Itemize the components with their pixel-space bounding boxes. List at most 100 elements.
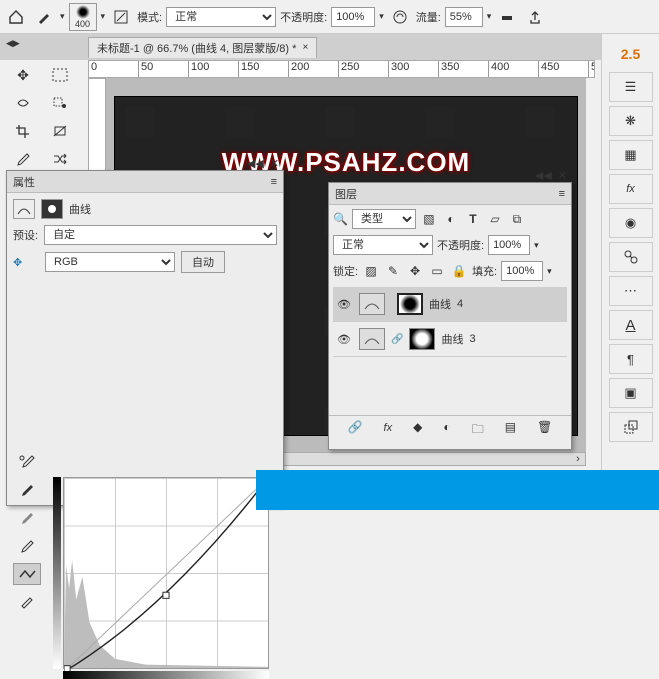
close-tab-icon[interactable]: × xyxy=(302,42,308,53)
close-icon[interactable]: ✕ xyxy=(270,157,279,170)
brushes-panel-icon[interactable]: ⋯ xyxy=(609,276,653,306)
character-panel-icon[interactable]: A xyxy=(609,310,653,340)
properties-header[interactable]: 属性 ≡ xyxy=(7,171,283,193)
collapse-icon[interactable]: ◀◀ xyxy=(247,157,264,170)
search-icon[interactable]: 🔍 xyxy=(333,212,348,226)
layers-header[interactable]: 图层 ≡ xyxy=(329,183,571,205)
brush-preset-picker[interactable]: 400 xyxy=(69,3,97,31)
layer-row[interactable]: 👁 🔗 曲线 3 xyxy=(333,322,567,357)
lock-transparent-icon[interactable]: ▨ xyxy=(362,262,380,280)
color-panel-icon[interactable]: ❋ xyxy=(609,106,653,136)
add-mask-icon[interactable]: ◆ xyxy=(413,420,422,441)
black-point-eyedropper-icon[interactable] xyxy=(13,479,41,501)
adjustments-panel-icon[interactable]: ◉ xyxy=(609,208,653,238)
lock-artboard-icon[interactable]: ▭ xyxy=(428,262,446,280)
lock-position-icon[interactable]: ✥ xyxy=(406,262,424,280)
adjustment-name: 曲线 xyxy=(69,201,91,217)
scroll-right-icon[interactable]: › xyxy=(571,453,585,465)
layer-mask-thumb[interactable] xyxy=(397,293,423,315)
lock-all-icon[interactable]: 🔒 xyxy=(450,262,468,280)
auto-button[interactable]: 自动 xyxy=(181,251,225,273)
shuffle-tool-icon[interactable] xyxy=(43,146,77,172)
close-icon[interactable]: ✕ xyxy=(558,169,567,182)
visibility-toggle-icon[interactable]: 👁 xyxy=(337,333,353,346)
filter-shape-icon[interactable]: ▱ xyxy=(486,210,504,228)
channel-picker-icon[interactable]: ✥ xyxy=(13,256,39,269)
chevron-down-icon[interactable]: ▾ xyxy=(60,11,65,22)
mode-label: 模式: xyxy=(137,9,162,25)
filter-pixel-icon[interactable]: ▧ xyxy=(420,210,438,228)
white-point-eyedropper-icon[interactable] xyxy=(13,535,41,557)
layer-opacity-input[interactable] xyxy=(488,235,530,255)
filter-adjust-icon[interactable]: ◐ xyxy=(442,210,460,228)
quick-select-tool-icon[interactable] xyxy=(43,90,77,116)
new-adjustment-icon[interactable]: ◐ xyxy=(443,420,450,441)
output-gradient xyxy=(53,477,61,669)
curves-graph[interactable] xyxy=(63,477,269,669)
layer-fill-input[interactable] xyxy=(501,261,543,281)
actions-panel-icon[interactable] xyxy=(609,242,653,272)
paragraph-panel-icon[interactable]: ¶ xyxy=(609,344,653,374)
mask-icon[interactable] xyxy=(41,199,63,219)
layers-panel-icon[interactable]: ▣ xyxy=(609,378,653,408)
opacity-input[interactable] xyxy=(331,7,375,27)
document-tab[interactable]: 未标题-1 @ 66.7% (曲线 4, 图层蒙版/8) * × xyxy=(88,37,317,58)
gray-point-eyedropper-icon[interactable] xyxy=(13,507,41,529)
filter-type-select[interactable]: 类型 xyxy=(352,209,416,229)
visibility-toggle-icon[interactable]: 👁 xyxy=(337,298,353,311)
filter-type-icon[interactable]: T xyxy=(464,210,482,228)
history-panel-icon[interactable]: ☰ xyxy=(609,72,653,102)
libraries-panel-icon[interactable] xyxy=(609,412,653,442)
panel-menu-icon[interactable]: ≡ xyxy=(559,188,565,200)
chevron-down-icon[interactable]: ▾ xyxy=(379,11,384,22)
layer-name: 曲线 xyxy=(441,331,463,347)
filter-smart-icon[interactable]: ⧉ xyxy=(508,210,526,228)
flow-input[interactable] xyxy=(445,7,483,27)
adjustment-thumb-icon xyxy=(359,328,385,350)
panel-menu-icon[interactable]: ≡ xyxy=(271,176,277,188)
chevron-down-icon[interactable]: ▾ xyxy=(487,11,492,22)
lasso-tool-icon[interactable] xyxy=(6,90,40,116)
pressure-opacity-icon[interactable] xyxy=(388,5,412,29)
home-icon[interactable] xyxy=(4,5,28,29)
blend-mode-select[interactable]: 正常 xyxy=(166,7,276,27)
share-icon[interactable] xyxy=(523,5,547,29)
lock-label: 锁定: xyxy=(333,263,358,279)
new-group-icon[interactable]: 🗀 xyxy=(472,420,484,441)
layer-index: 4 xyxy=(457,298,463,310)
swatches-panel-icon[interactable]: ▦ xyxy=(609,140,653,170)
preset-select[interactable]: 自定 xyxy=(44,225,277,245)
layer-fx-icon[interactable]: fx xyxy=(384,420,393,441)
lock-pixels-icon[interactable]: ✎ xyxy=(384,262,402,280)
chevron-down-icon[interactable]: ▾ xyxy=(547,266,552,277)
styles-panel-icon[interactable]: fx xyxy=(609,174,653,204)
collapse-icon[interactable]: ◀◀ xyxy=(535,169,552,182)
target-adjust-icon[interactable] xyxy=(13,451,41,473)
layer-blend-select[interactable]: 正常 xyxy=(333,235,433,255)
flow-label: 流量: xyxy=(416,9,441,25)
curve-edit-mode-icon[interactable] xyxy=(13,563,41,585)
eyedropper-tool-icon[interactable] xyxy=(6,146,40,172)
airbrush-icon[interactable] xyxy=(495,5,519,29)
horizontal-ruler: 0501001502002503003504004505005506006507… xyxy=(88,60,595,78)
chevron-down-icon[interactable]: ▾ xyxy=(534,240,539,251)
options-bar: ▾ 400 ▾ 模式: 正常 不透明度: ▾ 流量: ▾ xyxy=(0,0,659,34)
collapse-toggle-icon[interactable]: ◀▶ xyxy=(6,38,20,49)
curve-line[interactable] xyxy=(64,478,268,672)
layer-row[interactable]: 👁 曲线 4 xyxy=(333,287,567,322)
pencil-edit-mode-icon[interactable] xyxy=(13,591,41,613)
new-layer-icon[interactable]: ▤ xyxy=(505,420,516,441)
crop-tool-icon[interactable] xyxy=(6,118,40,144)
link-layers-icon[interactable]: 🔗 xyxy=(348,420,363,441)
brush-tool-icon[interactable] xyxy=(32,5,56,29)
channel-select[interactable]: RGB xyxy=(45,252,175,272)
brush-panel-icon[interactable] xyxy=(109,5,133,29)
delete-layer-icon[interactable]: 🗑 xyxy=(537,420,552,441)
layer-mask-thumb[interactable] xyxy=(409,328,435,350)
move-tool-icon[interactable]: ✥ xyxy=(6,62,40,88)
marquee-tool-icon[interactable] xyxy=(43,62,77,88)
slice-tool-icon[interactable] xyxy=(43,118,77,144)
chevron-down-icon[interactable]: ▾ xyxy=(101,11,106,22)
mask-link-icon[interactable]: 🔗 xyxy=(391,334,403,345)
layer-name: 曲线 xyxy=(429,296,451,312)
